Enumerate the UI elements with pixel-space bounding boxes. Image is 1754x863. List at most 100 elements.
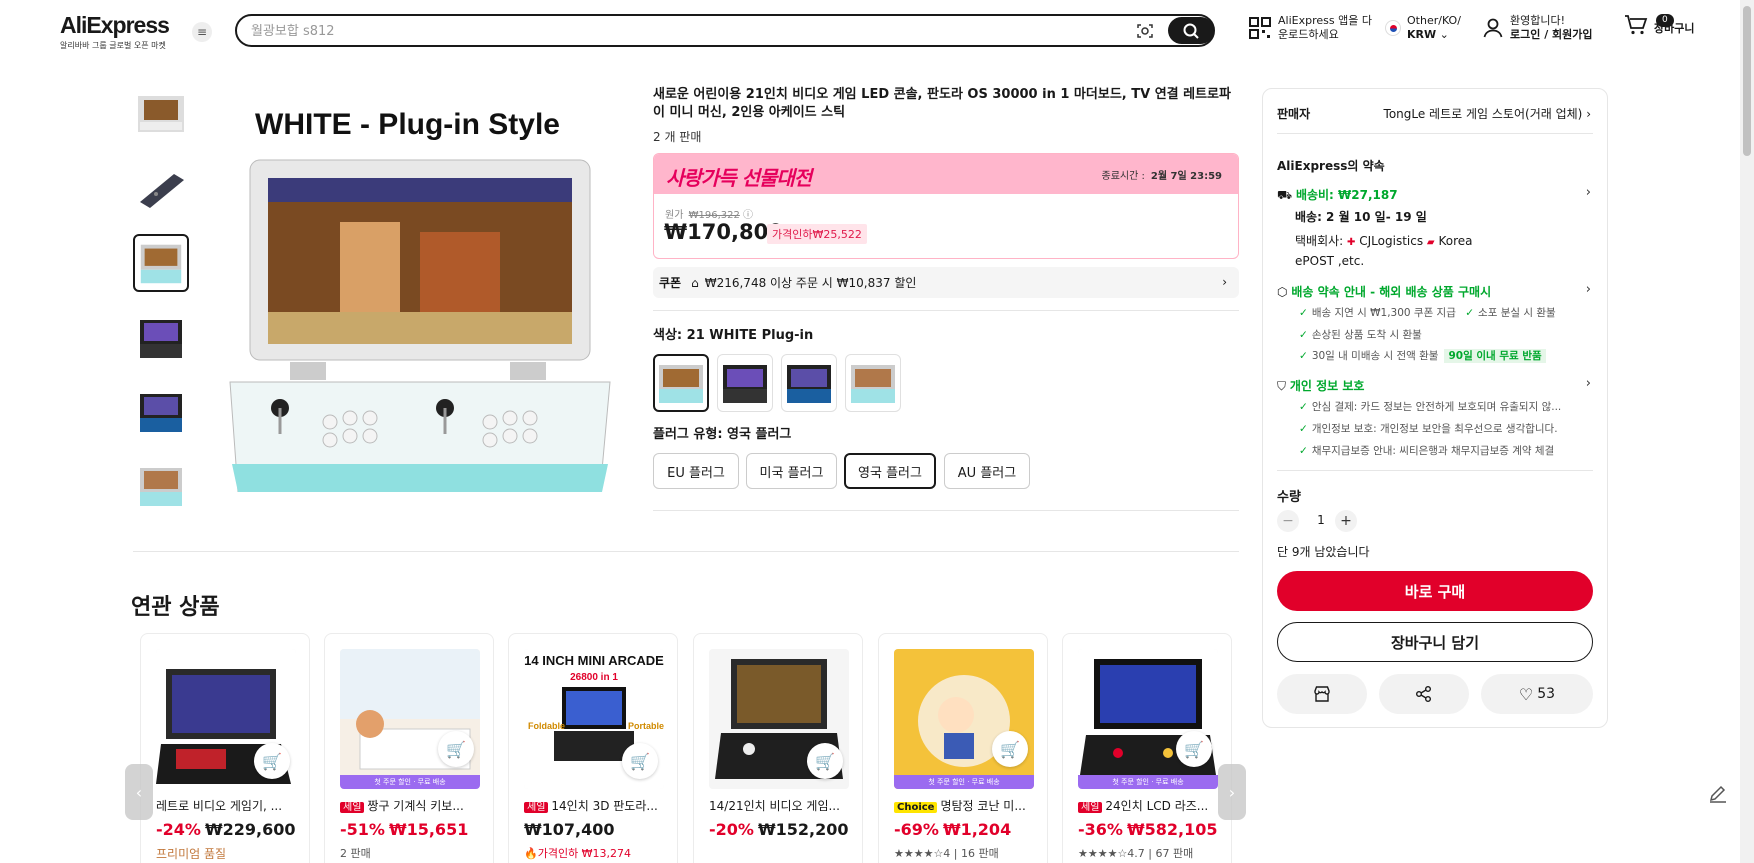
product-name-text: 레트로 비디오 게임기, ... — [156, 799, 283, 813]
related-products-title: 연관 상품 — [131, 595, 220, 620]
add-to-cart-button[interactable]: 장바구니 담기 — [1277, 622, 1593, 662]
price: ₩1,204 — [942, 820, 1012, 839]
discount: -69% — [894, 820, 939, 839]
search-icon — [1183, 23, 1199, 39]
promo-strip: 첫 주문 할인 · 무료 배송 — [340, 775, 480, 789]
chevron-right-icon[interactable]: › — [1586, 282, 1591, 297]
product-image: 🛒 — [709, 649, 849, 789]
thumbnail-active[interactable] — [133, 234, 189, 292]
color-swatch-white-2[interactable] — [845, 354, 901, 412]
add-to-cart-icon[interactable]: 🛒 — [1176, 731, 1212, 767]
privacy-row[interactable]: ⛉ 개인 정보 보호 — [1277, 377, 1364, 394]
choice-badge: Choice — [894, 802, 938, 813]
heart-icon: ♡ — [1518, 684, 1534, 704]
promo-header: 사랑가득 선물대전 종료시간 : 2월 7일 23:59 — [654, 154, 1238, 194]
search-button[interactable] — [1168, 17, 1214, 44]
add-to-cart-icon[interactable]: 🛒 — [254, 743, 290, 779]
guarantee-title: 배송 약속 안내 - 해외 배송 상품 구매시 — [1291, 285, 1492, 299]
promo-banner: 사랑가득 선물대전 — [666, 166, 812, 190]
product-card[interactable]: 첫 주문 할인 · 무료 배송 🛒 세일 짱구 기계식 키보... -51% ₩15… — [324, 633, 494, 863]
divider — [653, 310, 1239, 311]
search-input[interactable] — [251, 22, 1111, 40]
plug-option-uk[interactable]: 영국 플러그 — [844, 453, 936, 489]
guarantee-item: ✓ 30일 내 미배송 시 전액 환불 90일 이내 무료 반품 — [1299, 348, 1546, 363]
privacy-1: 안심 결제: 카드 정보는 안전하게 보호되며 유출되지 않... — [1311, 401, 1562, 413]
product-image: 🛒 — [156, 649, 296, 789]
app-download[interactable]: AliExpress 앱을 다 운로드하세요 — [1248, 14, 1372, 42]
plug-option-eu[interactable]: EU 플러그 — [653, 453, 739, 489]
guarantee-row[interactable]: ⬡ 배송 약속 안내 - 해외 배송 상품 구매시 — [1277, 283, 1491, 300]
wishlist-button[interactable]: ♡ 53 — [1481, 674, 1593, 714]
add-to-cart-icon[interactable]: 🛒 — [622, 743, 658, 779]
sold-count: 2 개 판매 — [653, 130, 702, 144]
cj-logo-icon: ✚ — [1347, 237, 1356, 248]
quantity-value[interactable]: 1 — [1311, 513, 1331, 527]
scrollbar-thumb[interactable] — [1743, 6, 1751, 156]
shipping-fee-row[interactable]: ⛟ 배송비: ₩27,187 — [1277, 186, 1398, 204]
product-image: 첫 주문 할인 · 무료 배송 🛒 — [1078, 649, 1218, 789]
carousel-prev-button[interactable]: ‹ — [125, 764, 153, 820]
plug-label: 플러그 유형: 영국 플러그 — [653, 427, 792, 442]
plug-option-au[interactable]: AU 플러그 — [944, 453, 1030, 489]
korea-flag-icon — [1385, 20, 1401, 36]
quantity-decrease-button[interactable]: − — [1277, 510, 1299, 532]
thumbnail[interactable] — [133, 160, 189, 218]
color-swatch-white[interactable] — [653, 354, 709, 412]
divider — [653, 510, 1239, 511]
thumbnail[interactable] — [133, 382, 189, 440]
add-to-cart-icon[interactable]: 🛒 — [438, 731, 474, 767]
product-subtext: 🔥가격인하 ₩13,274 — [524, 845, 631, 861]
product-subtext: 프리미엄 품질 — [156, 847, 227, 861]
shipping-fee: 배송비: ₩27,187 — [1295, 188, 1398, 202]
product-card[interactable]: 🛒 레트로 비디오 게임기, ... -24% ₩229,600 프리미엄 품질 — [140, 633, 310, 863]
buy-now-button[interactable]: 바로 구매 — [1277, 571, 1593, 611]
chevron-right-icon[interactable]: › — [1586, 185, 1591, 200]
product-card[interactable]: 첫 주문 할인 · 무료 배송 🛒 Choice 명탐정 코난 미... -69%… — [878, 633, 1048, 863]
account-line1: 환영합니다! — [1510, 14, 1566, 27]
logo-text: AliExpress — [60, 12, 170, 38]
product-image: 첫 주문 할인 · 무료 배송 🛒 — [340, 649, 480, 789]
chevron-right-icon[interactable]: › — [1586, 376, 1591, 391]
menu-icon[interactable]: ≡ — [192, 22, 212, 42]
seller-row[interactable]: 판매자 — [1277, 105, 1310, 122]
product-subtext: 2 판매 — [340, 847, 371, 860]
product-card[interactable]: 첫 주문 할인 · 무료 배송 🛒 세일 24인치 LCD 라즈... -36% ₩… — [1062, 633, 1232, 863]
store-icon — [1314, 686, 1330, 702]
promise-title: AliExpress의 약속 — [1277, 159, 1385, 173]
scrollbar[interactable] — [1740, 0, 1754, 863]
purchase-panel: 판매자 TongLe 레트로 게임 스토어(거래 업체) › AliExpres… — [1262, 88, 1608, 728]
account[interactable]: 환영합니다! 로그인 / 회원가입 — [1482, 14, 1593, 42]
quantity-increase-button[interactable]: + — [1335, 510, 1357, 532]
product-name-text: 24인치 LCD 라즈... — [1105, 799, 1209, 813]
discount: -36% — [1078, 820, 1123, 839]
add-to-cart-icon[interactable]: 🛒 — [807, 743, 843, 779]
seller-name-link[interactable]: TongLe 레트로 게임 스토어(거래 업체) › — [1384, 105, 1591, 122]
store-button[interactable] — [1277, 674, 1367, 714]
product-card[interactable]: 🛒 14/21인치 비디오 게임... -20% ₩152,200 — [693, 633, 863, 863]
carousel-next-button[interactable]: › — [1218, 764, 1246, 820]
region-selector[interactable]: Other/KO/KRW ⌄ — [1385, 14, 1461, 42]
image-search-icon[interactable] — [1135, 21, 1155, 41]
divider — [133, 551, 1239, 552]
promo-end-label: 종료시간 : — [1101, 171, 1145, 182]
coupon-row[interactable]: 쿠폰 ⌂ ₩216,748 이상 주문 시 ₩10,837 할인 › — [653, 267, 1239, 298]
share-button[interactable] — [1379, 674, 1469, 714]
product-name-text: 14인치 3D 판도라... — [551, 799, 658, 813]
thumbnail[interactable] — [133, 86, 189, 144]
main-product-image[interactable]: WHITE - Plug-in Style — [220, 92, 620, 492]
sale-badge: 세일 — [524, 802, 549, 813]
color-swatch-black[interactable] — [717, 354, 773, 412]
aliexpress-logo[interactable]: AliExpress 알리바바 그룹 글로벌 오픈 마켓 — [60, 12, 180, 51]
guarantee-3: 손상된 상품 도착 시 환불 — [1311, 329, 1422, 341]
edit-icon[interactable] — [1706, 782, 1730, 806]
color-swatch-black-2[interactable] — [781, 354, 837, 412]
original-price: 원가 ₩196,322 ⓘ — [665, 206, 753, 221]
thumbnail[interactable] — [133, 456, 189, 514]
guarantee-item: ✓ 손상된 상품 도착 시 환불 — [1299, 329, 1422, 341]
thumbnail[interactable] — [133, 308, 189, 366]
carrier-row: 택배회사: ✚ CJLogistics ▰ Korea ePOST ,etc. — [1295, 232, 1595, 271]
plug-option-us[interactable]: 미국 플러그 — [746, 453, 837, 489]
product-card[interactable]: 14 INCH MINI ARCADE 26800 in 1 Foldable … — [508, 633, 678, 863]
add-to-cart-icon[interactable]: 🛒 — [992, 731, 1028, 767]
price: ₩15,651 — [388, 820, 469, 839]
